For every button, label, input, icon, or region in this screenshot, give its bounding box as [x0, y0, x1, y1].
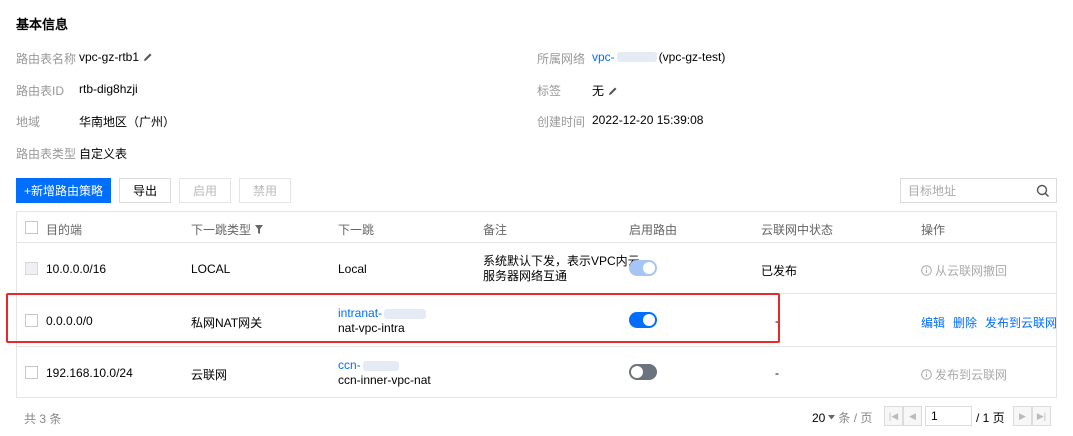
filter-icon[interactable] — [255, 225, 264, 234]
vpc-link[interactable]: vpc- — [592, 50, 615, 64]
route-table-name-value: vpc-gz-rtb1 — [79, 50, 140, 64]
row-next-hop: intranat- nat-vpc-intra — [338, 306, 428, 336]
select-all-checkbox[interactable] — [25, 221, 38, 234]
row-checkbox[interactable] — [25, 314, 38, 327]
next-page-button[interactable]: ▶ — [1013, 406, 1032, 426]
tags-label: 标签 — [537, 84, 562, 98]
toggle-knob — [631, 366, 643, 378]
row-next-hop: Local — [338, 262, 367, 276]
first-page-button[interactable]: |◀ — [884, 406, 903, 426]
header-next-hop-type-label: 下一跳类型 — [191, 223, 252, 237]
page-size-unit: 条 / 页 — [838, 411, 873, 425]
add-route-button[interactable]: +新增路由策略 — [16, 178, 111, 203]
route-toggle[interactable] — [629, 364, 657, 380]
row-remark-line1: 系统默认下发，表示VPC内云 — [483, 254, 640, 268]
publish-to-ccn-link[interactable]: 发布到云联网 — [985, 314, 1057, 331]
chevron-down-icon — [828, 415, 836, 420]
vpc-name: (vpc-gz-test) — [658, 50, 726, 64]
last-page-button[interactable]: ▶| — [1032, 406, 1051, 426]
row-remark: 系统默认下发，表示VPC内云 服务器网络互通 — [483, 254, 640, 284]
disable-button[interactable]: 禁用 — [239, 178, 291, 203]
toggle-knob — [643, 314, 655, 326]
info-icon — [921, 265, 932, 276]
row-next-hop-type: LOCAL — [191, 262, 231, 276]
row-remark-line2: 服务器网络互通 — [483, 269, 568, 283]
row-destination: 192.168.10.0/24 — [46, 366, 133, 380]
redacted-block — [616, 52, 657, 62]
tags: 无 — [592, 82, 618, 99]
edit-link[interactable]: 编辑 — [921, 314, 945, 331]
search-placeholder: 目标地址 — [908, 184, 957, 198]
page-size-select[interactable]: 20 条 / 页 — [812, 409, 872, 426]
row-checkbox — [25, 262, 38, 275]
table-row: 10.0.0.0/16 LOCAL Local 系统默认下发，表示VPC内云 服… — [17, 243, 1056, 294]
route-table-id: rtb-dig8hzji — [79, 82, 138, 96]
next-hop-link[interactable]: ccn- — [338, 358, 361, 373]
next-hop-id[interactable]: ccn- — [338, 358, 431, 373]
table-row: 192.168.10.0/24 云联网 ccn- ccn-inner-vpc-n… — [17, 347, 1056, 398]
table-header: 目的端 下一跳类型 下一跳 备注 启用路由 云联网中状态 操作 — [17, 212, 1056, 243]
route-table-name-label: 路由表名称 — [16, 52, 77, 66]
region-value: 华南地区（广州） — [79, 115, 176, 129]
row-actions: 编辑 删除 发布到云联网 — [921, 314, 1057, 331]
vpc-value[interactable]: vpc- (vpc-gz-test) — [592, 50, 725, 64]
row-ccn-status: 已发布 — [761, 264, 798, 278]
redacted-block — [362, 360, 399, 371]
redacted-block — [384, 308, 427, 319]
row-action: 发布到云联网 — [921, 366, 1007, 383]
toggle-knob — [643, 262, 655, 274]
route-toggle[interactable] — [629, 312, 657, 328]
info-icon — [921, 369, 932, 380]
route-table-name: vpc-gz-rtb1 — [79, 50, 153, 64]
row-destination: 0.0.0.0/0 — [46, 314, 93, 328]
header-enable-route: 启用路由 — [629, 223, 678, 237]
header-next-hop: 下一跳 — [338, 223, 375, 237]
search-input[interactable]: 目标地址 — [900, 178, 1057, 203]
row-checkbox[interactable] — [25, 366, 38, 379]
row-destination: 10.0.0.0/16 — [46, 262, 107, 276]
vpc-label: 所属网络 — [537, 52, 586, 66]
header-actions: 操作 — [921, 223, 946, 237]
tags-value: 无 — [592, 84, 605, 98]
row-action: 从云联网撤回 — [921, 262, 1007, 279]
header-destination: 目的端 — [46, 223, 83, 237]
next-hop-link[interactable]: intranat- — [338, 306, 382, 321]
page-number-input[interactable]: 1 — [925, 406, 972, 426]
route-table-type-label: 路由表类型 — [16, 147, 77, 161]
header-remark: 备注 — [483, 223, 508, 237]
total-pages: / 1 页 — [976, 411, 1005, 425]
withdraw-from-ccn-link: 从云联网撤回 — [935, 264, 1008, 278]
route-toggle — [629, 260, 657, 276]
section-title: 基本信息 — [16, 17, 69, 32]
enable-button[interactable]: 启用 — [179, 178, 231, 203]
table-row: 0.0.0.0/0 私网NAT网关 intranat- nat-vpc-intr… — [17, 294, 1057, 347]
next-hop-name: ccn-inner-vpc-nat — [338, 373, 431, 387]
page-size-value: 20 — [812, 410, 826, 425]
header-ccn-status: 云联网中状态 — [761, 223, 834, 237]
row-ccn-status: - — [775, 314, 779, 328]
row-next-hop-type: 私网NAT网关 — [191, 316, 263, 330]
publish-to-ccn-link: 发布到云联网 — [935, 368, 1008, 382]
row-next-hop-type: 云联网 — [191, 368, 228, 382]
total-count: 共 3 条 — [24, 412, 62, 426]
prev-page-button[interactable]: ◀ — [903, 406, 922, 426]
route-table-type-value: 自定义表 — [79, 147, 128, 161]
edit-tags-icon[interactable] — [608, 86, 618, 96]
created-value: 2022-12-20 15:39:08 — [592, 113, 704, 127]
route-table-id-label: 路由表ID — [16, 84, 65, 98]
next-hop-id[interactable]: intranat- — [338, 306, 428, 321]
route-table: 目的端 下一跳类型 下一跳 备注 启用路由 云联网中状态 操作 10.0.0.0… — [16, 211, 1057, 398]
created-label: 创建时间 — [537, 115, 586, 129]
delete-link[interactable]: 删除 — [953, 314, 977, 331]
header-next-hop-type[interactable]: 下一跳类型 — [191, 221, 264, 238]
next-hop-name: nat-vpc-intra — [338, 321, 405, 335]
row-ccn-status: - — [775, 366, 779, 380]
region-label: 地域 — [16, 115, 41, 129]
export-button[interactable]: 导出 — [119, 178, 171, 203]
row-next-hop: ccn- ccn-inner-vpc-nat — [338, 358, 431, 388]
search-icon[interactable] — [1036, 184, 1050, 198]
edit-name-icon[interactable] — [143, 52, 153, 62]
